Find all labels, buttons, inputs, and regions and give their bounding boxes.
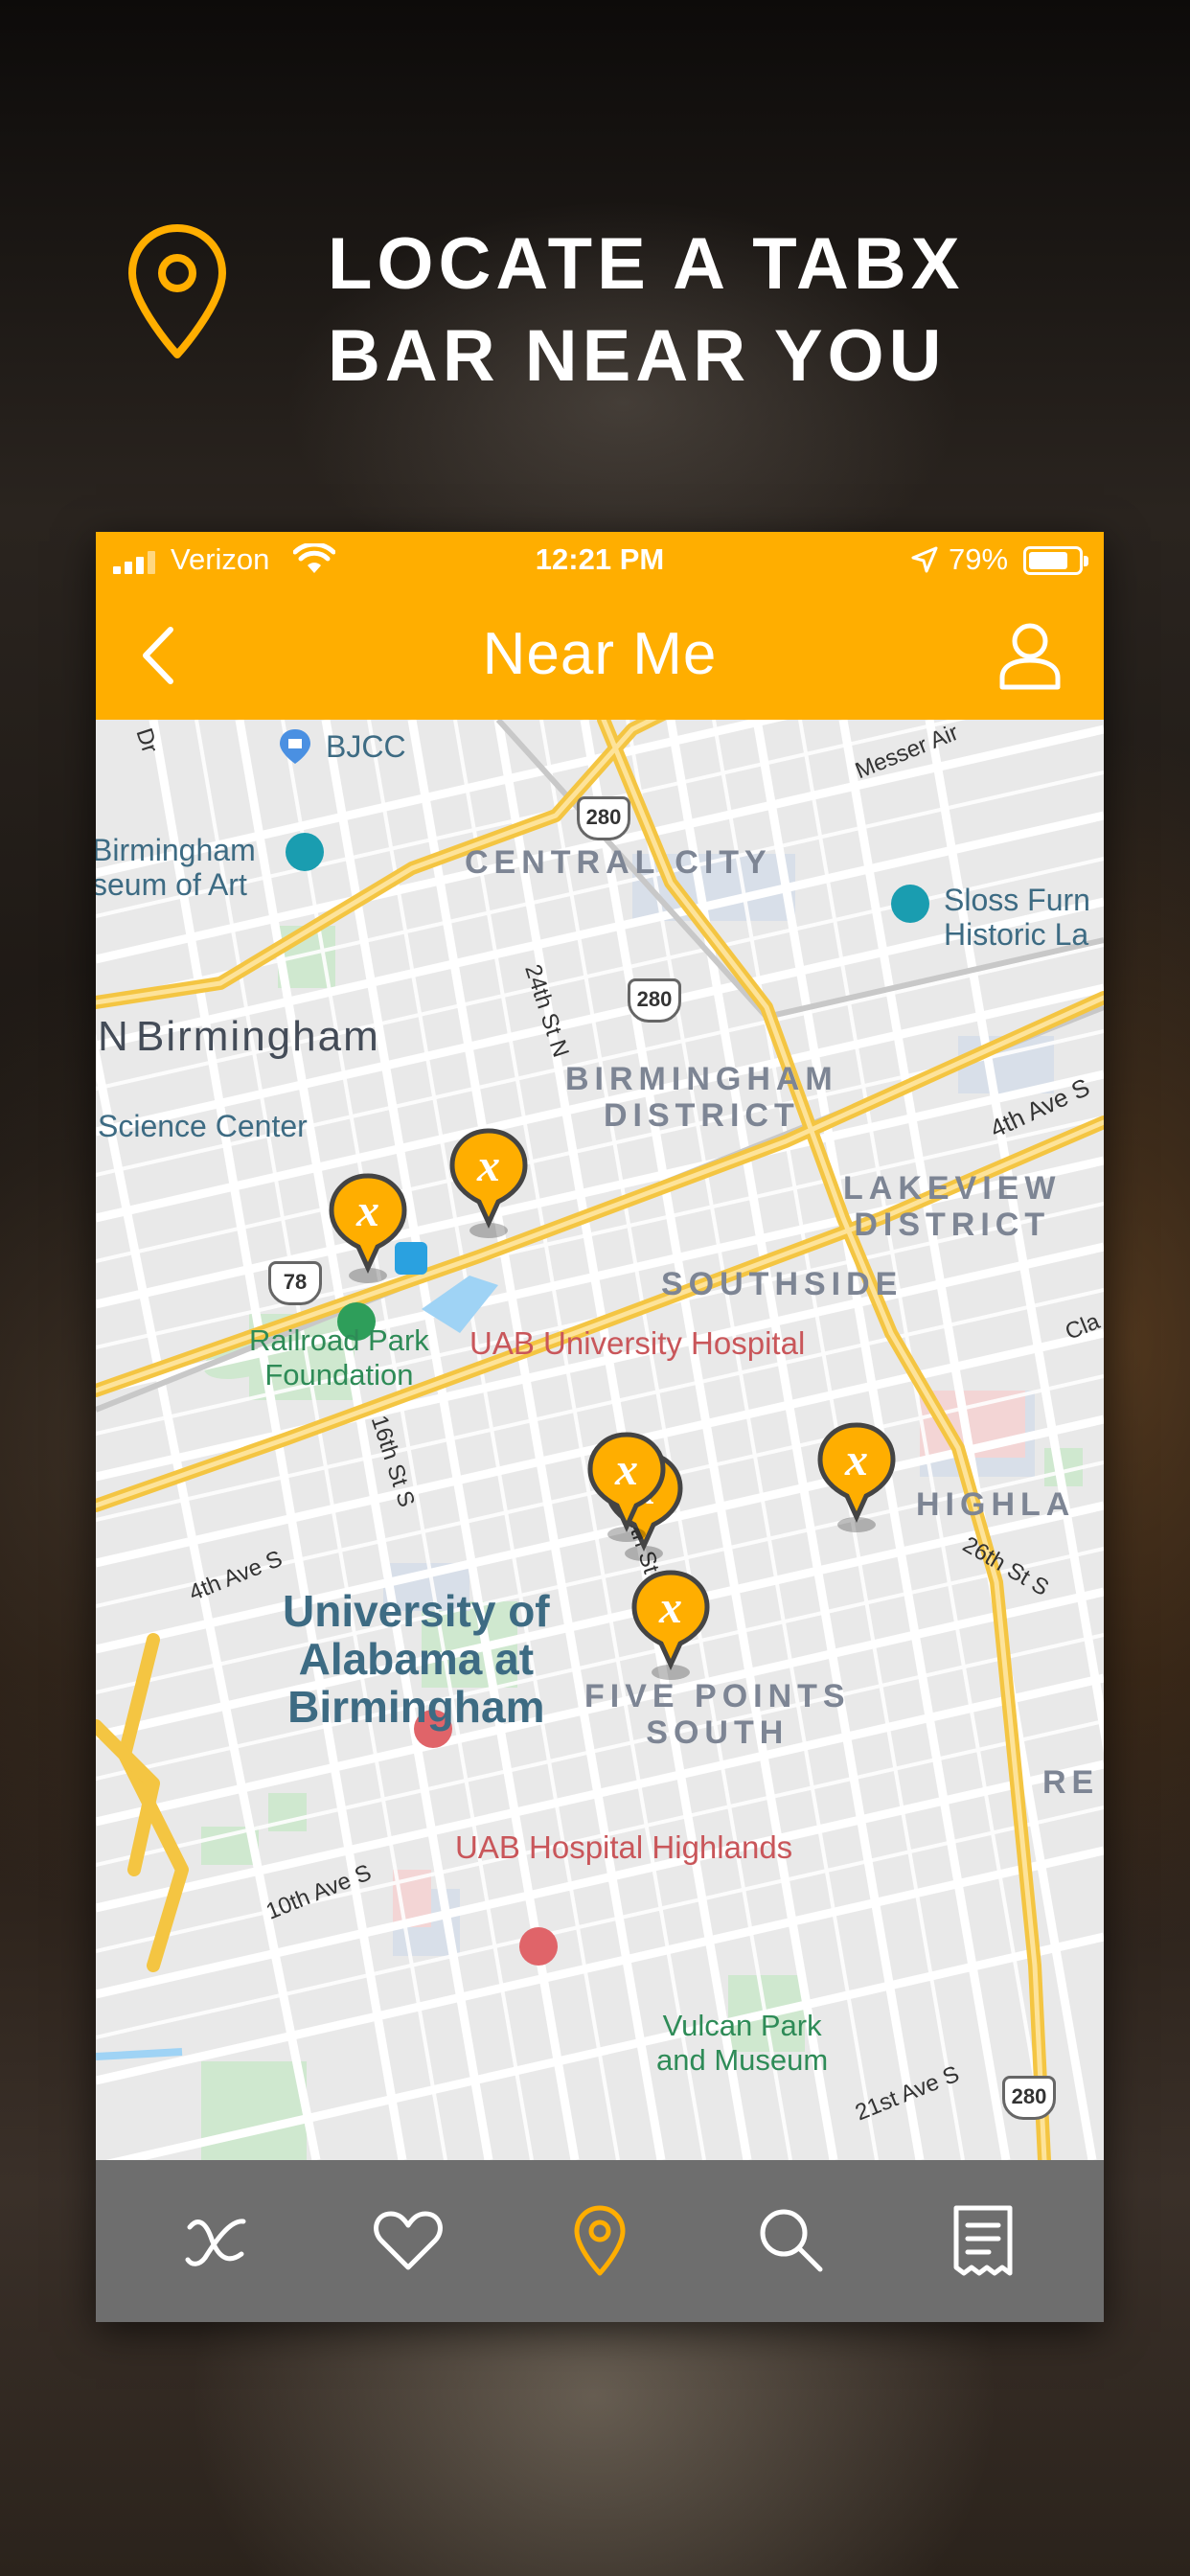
bar-marker[interactable]: x <box>328 1172 408 1285</box>
museum-icon <box>286 833 324 871</box>
battery-icon <box>1023 546 1088 575</box>
headline-text: LOCATE A TABX BAR NEAR YOU <box>328 223 965 397</box>
bar-marker[interactable]: x <box>630 1569 711 1682</box>
map-label-highlands: HIGHLA <box>916 1486 1076 1523</box>
map-label-five-points: FIVE POINTS SOUTH <box>584 1678 851 1751</box>
search-icon <box>760 2209 823 2272</box>
bar-marker[interactable]: x <box>816 1421 897 1534</box>
map-view[interactable]: 280 280 78 280 BJCC Birmingham seum of A… <box>96 720 1104 2160</box>
map-label-birmingham-district: BIRMINGHAM DISTRICT <box>565 1061 838 1134</box>
tab-home[interactable] <box>176 2200 257 2281</box>
map-label-southside: SOUTHSIDE <box>661 1266 904 1302</box>
bar-marker[interactable]: x <box>448 1127 529 1240</box>
status-bar: Verizon 12:21 PM 79% <box>96 532 1104 587</box>
map-label-vulcan-park: Vulcan Park and Museum <box>656 2009 829 2077</box>
svg-text:x: x <box>476 1140 500 1191</box>
svg-text:x: x <box>355 1185 379 1236</box>
profile-button[interactable] <box>996 620 1064 691</box>
map-label-central-city: CENTRAL CITY <box>465 844 772 881</box>
svg-text:x: x <box>658 1582 682 1633</box>
map-label-birmingham: Birmingham <box>136 1013 380 1060</box>
map-label-uab-highlands: UAB Hospital Highlands <box>455 1829 793 1865</box>
map-label-uab: University of Alabama at Birmingham <box>283 1586 550 1732</box>
tab-search[interactable] <box>751 2200 832 2281</box>
tabx-logo-icon <box>185 2219 246 2266</box>
svg-text:x: x <box>614 1444 638 1495</box>
battery-percent: 79% <box>949 542 1009 576</box>
tab-bar <box>96 2160 1104 2322</box>
map-label-sloss: Sloss Furn Historic La <box>944 883 1090 952</box>
map-pin-icon <box>128 224 226 358</box>
map-label-museum: Birmingham seum of Art <box>96 833 256 902</box>
promo-header: LOCATE A TABX BAR NEAR YOU <box>0 211 1190 402</box>
map-label-railroad-park: Railroad Park Foundation <box>249 1323 429 1392</box>
museum-icon <box>891 885 929 923</box>
map-label-n: N <box>98 1013 130 1060</box>
map-label-uab-hospital: UAB University Hospital <box>469 1325 806 1361</box>
tab-favorites[interactable] <box>368 2200 448 2281</box>
tab-receipts[interactable] <box>943 2200 1023 2281</box>
heart-icon <box>374 2211 443 2270</box>
hospital-icon <box>519 1927 558 1966</box>
highway-shield: 280 <box>628 978 681 1023</box>
location-arrow-icon <box>911 546 938 573</box>
map-label-science-center: Science Center <box>98 1109 308 1143</box>
svg-text:x: x <box>844 1435 868 1485</box>
nav-bar: Near Me <box>96 587 1104 720</box>
receipt-icon <box>953 2205 1013 2276</box>
map-label-lakeview: LAKEVIEW DISTRICT <box>843 1170 1062 1243</box>
bar-marker[interactable]: x <box>586 1431 667 1544</box>
tab-near-me[interactable] <box>560 2200 640 2281</box>
highway-shield: 78 <box>268 1261 322 1305</box>
map-label-re: RE <box>1042 1764 1100 1801</box>
highway-shield: 280 <box>1002 2076 1056 2120</box>
museum-pin-icon <box>280 729 310 764</box>
highway-shield: 280 <box>577 796 630 840</box>
map-pin-icon <box>574 2205 626 2276</box>
map-label-bjcc: BJCC <box>326 729 406 764</box>
page-title: Near Me <box>482 621 718 687</box>
app-screen: Verizon 12:21 PM 79% Near Me 280 280 78 … <box>96 532 1104 2322</box>
